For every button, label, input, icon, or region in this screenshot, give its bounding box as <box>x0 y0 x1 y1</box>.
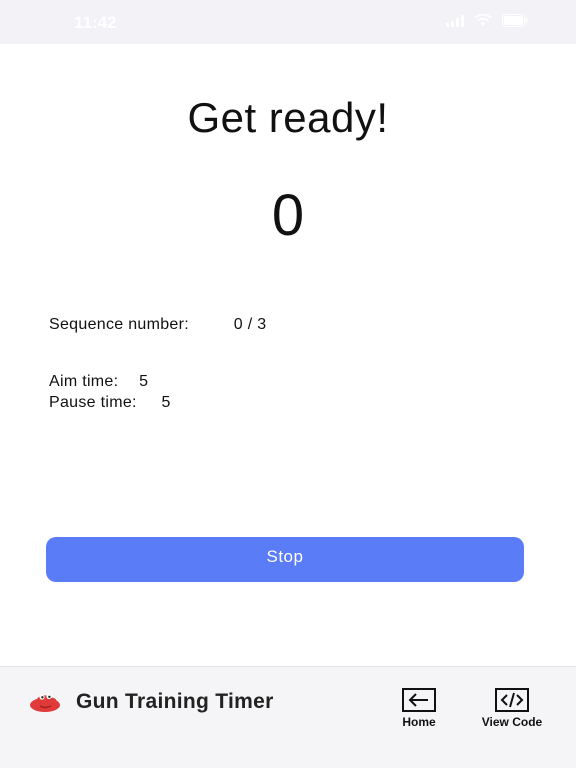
status-bar: 11:42 <box>0 0 576 44</box>
sequence-label: Sequence number: <box>49 316 190 333</box>
aim-time-row: Aim time: 5 <box>49 373 148 391</box>
status-time: 11:42 <box>74 13 117 32</box>
code-icon <box>495 688 529 712</box>
battery-icon <box>502 14 528 27</box>
pause-time-value: 5 <box>161 394 171 411</box>
logo-icon <box>30 693 60 712</box>
aim-time-value: 5 <box>139 373 149 390</box>
sequence-value: 0 / 3 <box>233 316 267 333</box>
main-content: Get ready! 0 Sequence number: 0 / 3 Aim … <box>0 44 576 666</box>
pause-time-label: Pause time: <box>49 394 137 411</box>
stop-button[interactable]: Stop <box>46 537 524 582</box>
home-icon <box>402 688 436 712</box>
status-icons <box>446 14 528 27</box>
view-code-button[interactable]: View Code <box>468 688 556 729</box>
signal-icon <box>446 14 464 27</box>
app-name: Gun Training Timer <box>76 690 274 713</box>
sequence-row: Sequence number: 0 / 3 <box>49 316 266 334</box>
brand: Gun Training Timer <box>28 689 274 715</box>
view-code-label: View Code <box>481 715 543 729</box>
footer-bar: Gun Training Timer Home View Code <box>0 666 576 768</box>
pause-time-row: Pause time: 5 <box>49 394 171 412</box>
page-title: Get ready! <box>187 94 389 141</box>
wifi-icon <box>474 14 492 26</box>
home-button[interactable]: Home <box>394 688 444 729</box>
countdown-counter: 0 <box>271 183 305 248</box>
aim-time-label: Aim time: <box>49 373 119 390</box>
home-label: Home <box>402 715 436 729</box>
